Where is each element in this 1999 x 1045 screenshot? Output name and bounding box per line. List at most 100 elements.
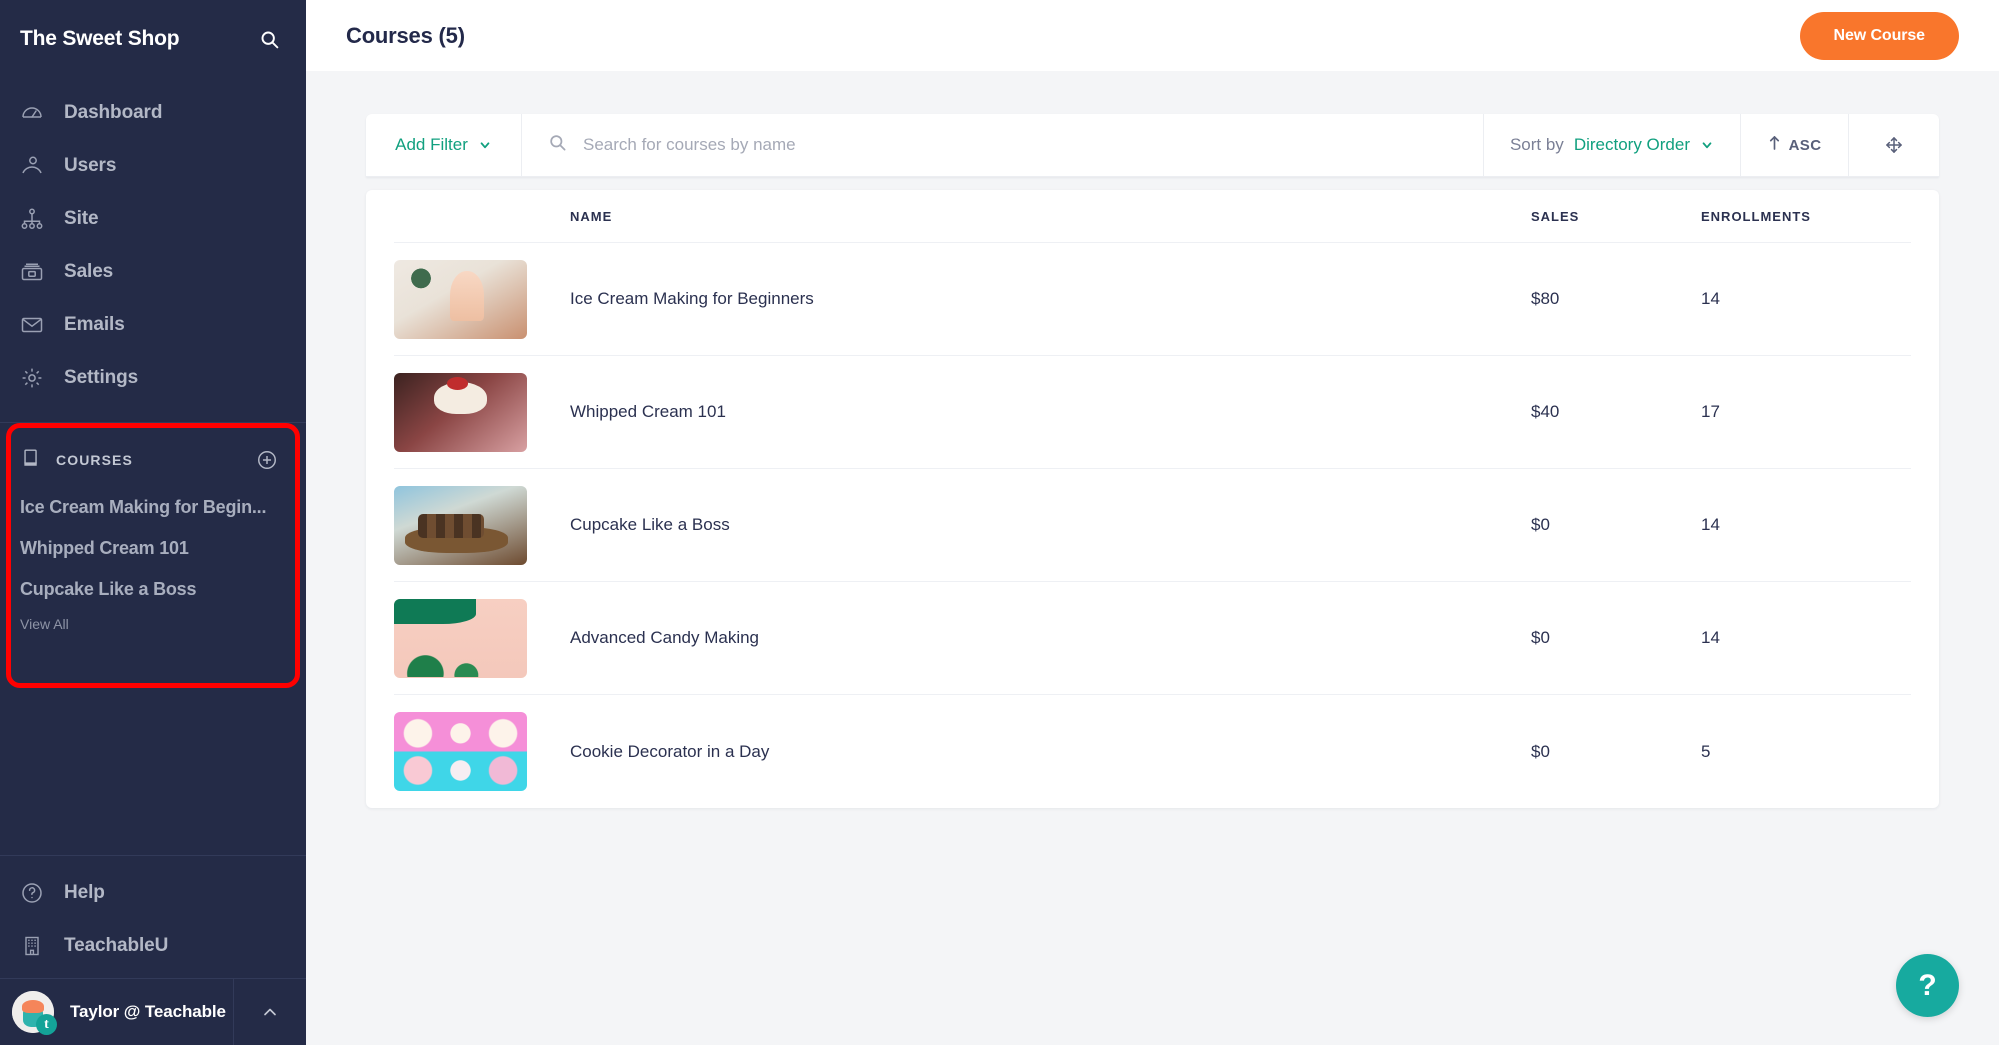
teachable-badge-icon: t (36, 1014, 57, 1035)
sidebar-item-label: Sales (64, 261, 113, 283)
dashboard-gauge-icon (20, 101, 54, 125)
table-header-row: NAME SALES ENROLLMENTS (394, 190, 1911, 243)
sidebar-item-emails[interactable]: Emails (0, 298, 306, 351)
decorated-cookies-photo (394, 712, 527, 791)
main-content: Courses (5) New Course Add Filter (306, 0, 1999, 1045)
candy-pieces-photo (394, 599, 527, 678)
course-enrollments: 14 (1701, 628, 1911, 648)
sort-direction-label: ASC (1789, 137, 1822, 154)
content-area: Add Filter Sort (306, 71, 1999, 1045)
avatar: t (12, 991, 54, 1033)
book-icon (20, 447, 42, 474)
course-sales: $80 (1531, 289, 1701, 309)
sidebar-item-label: Dashboard (64, 102, 162, 124)
cash-drawer-icon (20, 260, 54, 284)
sidebar-item-label: Settings (64, 367, 138, 389)
sidebar-item-site[interactable]: Site (0, 192, 306, 245)
view-all-link[interactable]: View All (20, 616, 286, 632)
gear-icon (20, 366, 54, 390)
sidebar-item-users[interactable]: Users (0, 139, 306, 192)
sidebar-brand-row: The Sweet Shop (0, 0, 306, 78)
sidebar-item-help[interactable]: Help (0, 866, 306, 919)
chevron-down-icon (478, 138, 492, 152)
plus-circle-icon[interactable] (256, 449, 278, 471)
app-root: The Sweet Shop Dashboard (0, 0, 1999, 1045)
table-row[interactable]: Advanced Candy Making $0 14 (394, 582, 1911, 695)
sidebar-item-sales[interactable]: Sales (0, 245, 306, 298)
course-thumbnail-cell (394, 599, 570, 678)
table-header-enrollments: ENROLLMENTS (1701, 209, 1911, 224)
whipped-cream-sundae-photo (394, 373, 527, 452)
sidebar: The Sweet Shop Dashboard (0, 0, 306, 1045)
sidebar-bottom-nav: Help TeachableU (0, 856, 306, 978)
course-enrollments: 17 (1701, 402, 1911, 422)
new-course-button[interactable]: New Course (1800, 12, 1959, 60)
course-sales: $0 (1531, 628, 1701, 648)
search-field-wrapper[interactable] (522, 114, 1484, 176)
course-name: Whipped Cream 101 (570, 402, 1531, 422)
sidebar-course-links: Ice Cream Making for Begin... Whipped Cr… (20, 497, 286, 632)
search-icon[interactable] (259, 29, 280, 50)
users-icon (20, 154, 54, 178)
add-filter-button[interactable]: Add Filter (366, 114, 522, 176)
table-row[interactable]: Ice Cream Making for Beginners $80 14 (394, 243, 1911, 356)
chevron-up-icon[interactable] (233, 979, 306, 1045)
sidebar-courses-section: COURSES Ice Cream Making for Begin... Wh… (0, 423, 306, 650)
envelope-icon (20, 313, 54, 337)
sort-by-value: Directory Order (1574, 135, 1690, 155)
course-name: Cupcake Like a Boss (570, 515, 1531, 535)
sidebar-item-label: Emails (64, 314, 125, 336)
course-enrollments: 14 (1701, 515, 1911, 535)
account-row[interactable]: t Taylor @ Teachable (0, 979, 306, 1045)
add-filter-label: Add Filter (395, 135, 468, 155)
cupcakes-on-board-photo (394, 486, 527, 565)
search-input[interactable] (583, 135, 1424, 155)
courses-toolbar: Add Filter Sort (366, 114, 1939, 177)
course-thumbnail-cell (394, 373, 570, 452)
sidebar-item-settings[interactable]: Settings (0, 351, 306, 404)
table-row[interactable]: Cookie Decorator in a Day $0 5 (394, 695, 1911, 808)
course-thumbnail-cell (394, 486, 570, 565)
table-row[interactable]: Whipped Cream 101 $40 17 (394, 356, 1911, 469)
search-icon (548, 133, 567, 157)
sidebar-spacer (0, 650, 306, 855)
course-name: Advanced Candy Making (570, 628, 1531, 648)
sort-direction-button[interactable]: ASC (1741, 114, 1849, 176)
question-circle-icon (20, 881, 54, 905)
sidebar-nav: Dashboard Users (0, 78, 306, 404)
course-name: Cookie Decorator in a Day (570, 742, 1531, 762)
chevron-down-icon (1700, 138, 1714, 152)
sort-by-control[interactable]: Sort by Directory Order (1484, 114, 1741, 176)
account-left[interactable]: t Taylor @ Teachable (0, 991, 233, 1033)
sidebar-course-link[interactable]: Whipped Cream 101 (20, 538, 286, 559)
sidebar-item-label: TeachableU (64, 935, 168, 957)
courses-table: NAME SALES ENROLLMENTS Ice Cream Making … (366, 190, 1939, 808)
course-thumbnail-cell (394, 260, 570, 339)
arrow-up-icon (1768, 135, 1781, 155)
move-arrows-icon[interactable] (1849, 114, 1939, 176)
sitemap-icon (20, 207, 54, 231)
brand-title: The Sweet Shop (20, 27, 179, 51)
course-sales: $0 (1531, 742, 1701, 762)
course-thumbnail-cell (394, 712, 570, 791)
ice-cream-cone-photo (394, 260, 527, 339)
sidebar-item-label: Site (64, 208, 98, 230)
page-header: Courses (5) New Course (306, 0, 1999, 71)
sidebar-item-label: Users (64, 155, 116, 177)
help-fab-button[interactable]: ? (1896, 954, 1959, 1017)
table-row[interactable]: Cupcake Like a Boss $0 14 (394, 469, 1911, 582)
account-name: Taylor @ Teachable (70, 1002, 226, 1022)
sidebar-item-dashboard[interactable]: Dashboard (0, 86, 306, 139)
sidebar-course-link[interactable]: Ice Cream Making for Begin... (20, 497, 286, 518)
course-enrollments: 5 (1701, 742, 1911, 762)
sidebar-item-teachableu[interactable]: TeachableU (0, 919, 306, 972)
course-name: Ice Cream Making for Beginners (570, 289, 1531, 309)
building-icon (20, 934, 54, 958)
sidebar-item-label: Help (64, 882, 105, 904)
page-title: Courses (5) (346, 23, 465, 49)
courses-section-header: COURSES (20, 445, 286, 475)
table-header-name: NAME (570, 209, 1531, 224)
course-sales: $0 (1531, 515, 1701, 535)
course-enrollments: 14 (1701, 289, 1911, 309)
sidebar-course-link[interactable]: Cupcake Like a Boss (20, 579, 286, 600)
